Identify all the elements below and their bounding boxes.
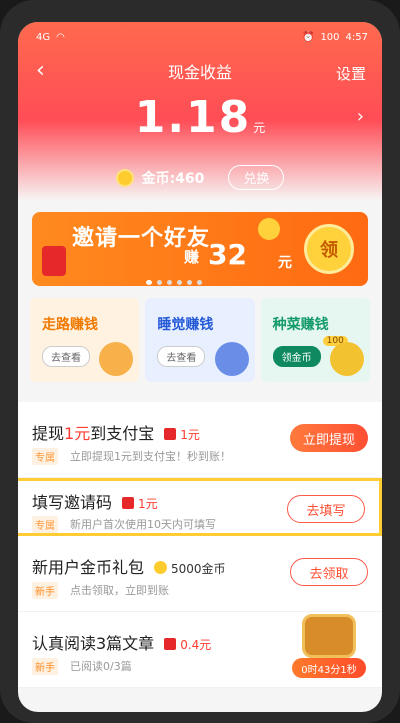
treasure-chest[interactable]: 0时43分1秒 — [292, 612, 366, 682]
fill-invite-button[interactable]: 去填写 — [287, 495, 365, 523]
red-packet-icon — [122, 497, 135, 509]
row-title: 新用户金币礼包 5000金币 — [32, 554, 226, 578]
list-item[interactable]: 提现1元到支付宝 1元 专属 立即提现1元到支付宝！秒到账！ 立即提现 — [18, 402, 382, 478]
coin-icon — [258, 218, 280, 240]
carousel-dot[interactable] — [146, 280, 152, 285]
carousel-dot[interactable] — [157, 280, 162, 285]
countdown-timer: 0时43分1秒 — [292, 658, 366, 678]
banner-amount: 32 — [208, 238, 247, 271]
carousel-dots — [146, 280, 202, 285]
coin-icon — [115, 168, 134, 187]
exchange-button[interactable]: 兑换 — [228, 165, 285, 190]
wifi-icon: ◠ — [56, 31, 65, 43]
list-item[interactable]: 填写邀请码 1元 专属 新用户首次使用10天内可填写 去填写 — [18, 478, 382, 536]
back-icon[interactable]: ‹ — [36, 58, 45, 83]
red-packet-icon — [42, 246, 66, 276]
list-item[interactable]: 认真阅读3篇文章 0.4元 新手 已阅读0/3篇 0时43分1秒 — [18, 612, 382, 688]
withdraw-button[interactable]: 立即提现 — [290, 424, 368, 452]
banner-earn-label: 赚 — [184, 248, 200, 266]
carousel-dot[interactable] — [197, 280, 202, 285]
row-desc: 点击领取，立即到账 — [70, 584, 169, 597]
reward-value: 0.4元 — [180, 638, 212, 652]
banner-claim-button[interactable]: 领 — [304, 224, 354, 274]
battery-text: 100 — [320, 31, 340, 43]
chevron-right-icon[interactable]: › — [357, 106, 364, 127]
time-text: 4:57 — [345, 31, 368, 43]
task-cards: 走路赚钱 去查看 睡觉赚钱 去查看 种菜赚钱 100 领金币 — [30, 298, 370, 382]
row-desc: 新用户首次使用10天内可填写 — [70, 518, 216, 531]
balance-amount: 1.18 — [134, 92, 252, 143]
screen: 4G ◠ ⏰ 100 4:57 ‹ 现金收益 设置 1.18 元 › 金币:46… — [18, 22, 382, 712]
banner-unit: 元 — [278, 255, 292, 271]
carousel-dot[interactable] — [187, 280, 192, 285]
row-title-text: 认真阅读3篇文章 — [32, 634, 155, 653]
view-button[interactable]: 去查看 — [157, 346, 206, 367]
top-bar: ‹ 现金收益 设置 — [18, 52, 382, 90]
status-bar: 4G ◠ ⏰ 100 4:57 — [18, 22, 382, 52]
sleeping-person-icon — [214, 342, 249, 376]
tag-badge: 新手 — [32, 582, 58, 599]
settings-button[interactable]: 设置 — [336, 63, 366, 84]
coin-row: 金币:460 兑换 — [18, 165, 382, 190]
row-title-text: 填写邀请码 — [32, 493, 113, 512]
row-title-text: 新用户金币礼包 — [32, 558, 145, 577]
view-button[interactable]: 去查看 — [42, 346, 90, 367]
claim-coin-button[interactable]: 领金币 — [272, 346, 321, 367]
tag-badge: 专属 — [32, 516, 58, 533]
task-card-walk[interactable]: 走路赚钱 去查看 — [30, 298, 140, 382]
task-title: 走路赚钱 — [42, 317, 98, 333]
invite-banner[interactable]: 邀请一个好友 赚 32 元 领 — [32, 212, 368, 286]
reward-value: 1元 — [180, 428, 200, 442]
balance-unit: 元 — [253, 121, 266, 135]
page-title: 现金收益 — [167, 63, 232, 82]
list-item[interactable]: 新用户金币礼包 5000金币 新手 点击领取，立即到账 去领取 — [18, 536, 382, 612]
coin-icon — [154, 561, 168, 574]
row-title-text: 提现 — [32, 424, 65, 443]
row-title-text: 到支付宝 — [90, 424, 155, 443]
coin-balance: 金币:460 — [141, 170, 205, 187]
row-title: 认真阅读3篇文章 0.4元 — [32, 630, 211, 654]
task-card-farm[interactable]: 种菜赚钱 100 领金币 — [260, 298, 370, 382]
vegetable-icon — [329, 342, 364, 376]
red-packet-icon — [164, 428, 177, 440]
task-title: 睡觉赚钱 — [157, 317, 214, 333]
carousel-dot[interactable] — [167, 280, 172, 285]
walking-person-icon — [99, 342, 134, 376]
treasure-chest-icon — [302, 614, 356, 658]
task-list: 提现1元到支付宝 1元 专属 立即提现1元到支付宝！秒到账！ 立即提现 填写邀请码… — [18, 402, 382, 688]
signal-text: 4G — [36, 31, 51, 43]
alarm-icon: ⏰ — [301, 31, 315, 43]
row-title-highlight: 1元 — [64, 424, 91, 443]
red-packet-icon — [164, 638, 177, 650]
carousel-dot[interactable] — [177, 280, 182, 285]
task-title: 种菜赚钱 — [272, 317, 329, 333]
balance-row[interactable]: 1.18 元 › — [18, 92, 382, 143]
task-card-sleep[interactable]: 睡觉赚钱 去查看 — [145, 298, 255, 382]
header: 4G ◠ ⏰ 100 4:57 ‹ 现金收益 设置 1.18 元 › 金币:46… — [18, 22, 382, 200]
row-desc: 立即提现1元到支付宝！秒到账！ — [70, 450, 231, 463]
row-title: 提现1元到支付宝 1元 — [32, 420, 200, 444]
phone-frame: 4G ◠ ⏰ 100 4:57 ‹ 现金收益 设置 1.18 元 › 金币:46… — [0, 0, 400, 723]
claim-button[interactable]: 去领取 — [290, 558, 368, 586]
reward-value: 5000金币 — [171, 562, 226, 576]
tag-badge: 新手 — [32, 658, 58, 675]
row-title: 填写邀请码 1元 — [32, 489, 158, 513]
tag-badge: 专属 — [32, 448, 58, 465]
row-desc: 已阅读0/3篇 — [70, 660, 132, 673]
reward-value: 1元 — [138, 497, 158, 511]
